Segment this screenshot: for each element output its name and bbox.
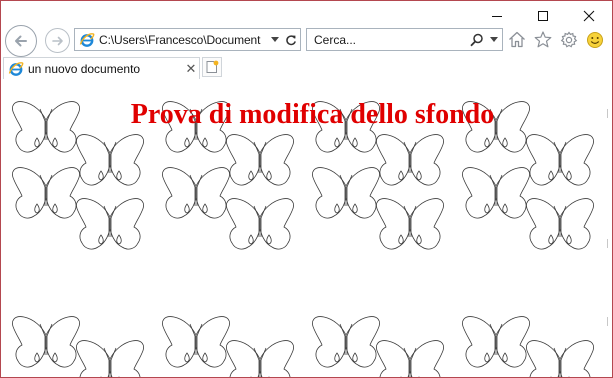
close-button[interactable] xyxy=(566,1,612,31)
ie-page-icon xyxy=(79,32,95,47)
maximize-icon xyxy=(538,11,548,21)
page-content: Prova di modifica dello sfondo xyxy=(2,79,612,377)
back-button[interactable] xyxy=(5,25,37,57)
forward-button[interactable] xyxy=(45,28,70,53)
window-caption-buttons xyxy=(474,1,612,31)
browser-toolbar xyxy=(504,28,608,51)
new-tab-button[interactable] xyxy=(202,57,222,77)
new-tab-icon xyxy=(206,60,219,73)
search-bar[interactable]: Cerca... xyxy=(306,28,503,51)
tab-un-nuovo-documento[interactable]: un nuovo documento ✕ xyxy=(3,57,200,79)
browser-window: C:\Users\Francesco\Document Cerca... un … xyxy=(0,0,613,378)
search-input[interactable]: Cerca... xyxy=(307,33,468,47)
scrollbar-mark xyxy=(607,239,611,248)
settings-gear-icon[interactable] xyxy=(556,29,582,51)
butterfly-tile-5 xyxy=(12,316,294,377)
ie-tab-icon xyxy=(8,61,24,76)
scrollbar-mark xyxy=(607,109,611,118)
tab-label: un nuovo documento xyxy=(28,61,141,76)
smiley-feedback-icon[interactable] xyxy=(582,29,608,51)
minimize-icon xyxy=(492,16,502,17)
vertical-scrollbar[interactable] xyxy=(603,79,612,377)
address-url[interactable]: C:\Users\Francesco\Document xyxy=(99,33,268,47)
home-icon[interactable] xyxy=(504,29,530,51)
favorites-star-icon[interactable] xyxy=(530,29,556,51)
minimize-button[interactable] xyxy=(474,1,520,31)
butterfly-tile-6 xyxy=(312,316,594,377)
back-arrow-icon xyxy=(15,35,27,47)
close-icon xyxy=(583,10,595,22)
forward-arrow-icon xyxy=(51,36,63,45)
scrollbar-mark xyxy=(607,317,611,326)
maximize-button[interactable] xyxy=(520,1,566,31)
address-bar[interactable]: C:\Users\Francesco\Document xyxy=(74,28,301,51)
address-dropdown-icon[interactable] xyxy=(268,37,282,42)
page-heading: Prova di modifica dello sfondo xyxy=(130,99,495,130)
search-dropdown-icon[interactable] xyxy=(486,37,502,42)
refresh-icon[interactable] xyxy=(282,34,300,46)
tab-close-icon[interactable]: ✕ xyxy=(183,61,199,77)
search-icon[interactable] xyxy=(468,33,486,47)
